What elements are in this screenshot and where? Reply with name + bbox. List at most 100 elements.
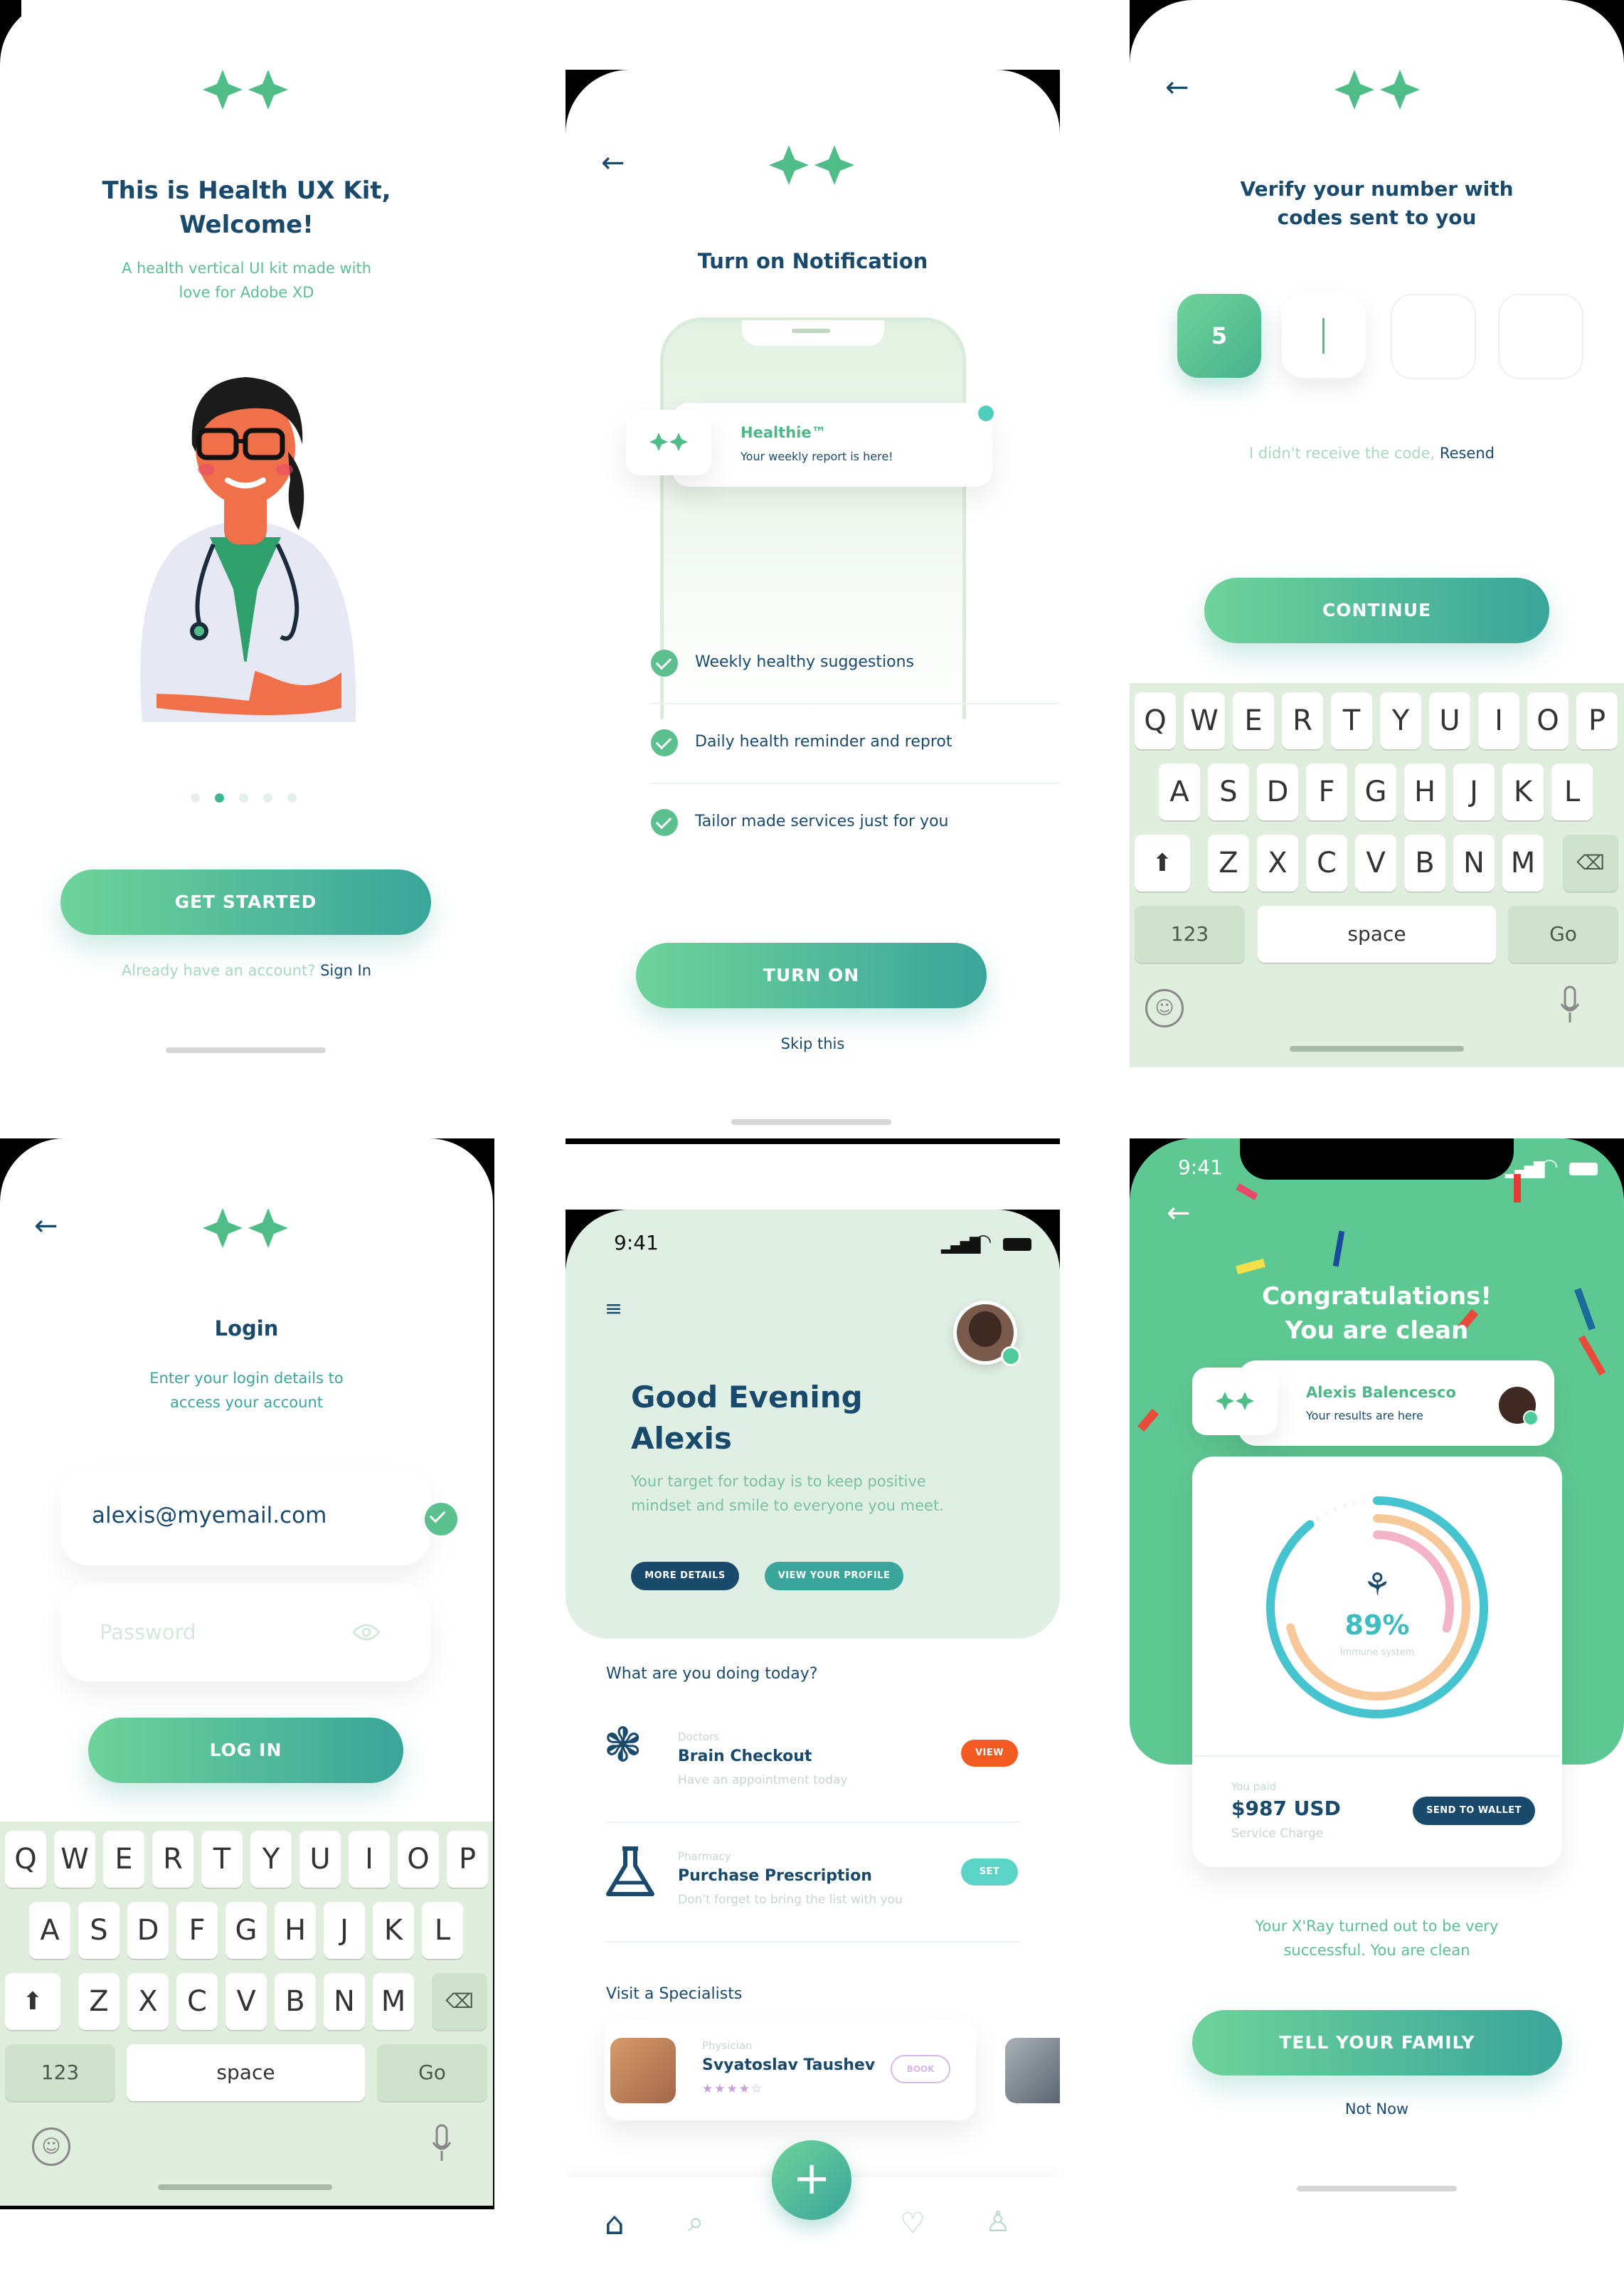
key[interactable]: Q — [5, 1831, 46, 1888]
key[interactable]: M — [1502, 835, 1544, 892]
back-arrow-icon[interactable]: ← — [1165, 71, 1189, 104]
numbers-key[interactable]: 123 — [5, 2044, 115, 2101]
key[interactable]: Q — [1135, 692, 1176, 749]
password-field[interactable]: Password — [60, 1583, 430, 1681]
code-box-filled[interactable]: 5 — [1177, 294, 1261, 378]
search-icon[interactable]: ⌕ — [688, 2206, 704, 2238]
log-in-button[interactable]: LOG IN — [88, 1718, 403, 1783]
key[interactable]: S — [1208, 763, 1249, 820]
continue-button[interactable]: CONTINUE — [1204, 578, 1549, 643]
key[interactable]: C — [1306, 835, 1347, 892]
key[interactable]: R — [152, 1831, 193, 1888]
code-box[interactable] — [1391, 294, 1476, 379]
key[interactable]: K — [373, 1902, 414, 1959]
email-field[interactable]: alexis@myemail.com — [60, 1467, 430, 1565]
emoji-icon[interactable]: ☺ — [32, 2127, 70, 2166]
microphone-icon[interactable] — [432, 2124, 452, 2164]
key[interactable]: Z — [78, 1973, 120, 2030]
shift-key-icon[interactable]: ⬆ — [1135, 835, 1190, 892]
key[interactable]: G — [225, 1902, 267, 1959]
view-task-button[interactable]: VIEW — [961, 1740, 1018, 1767]
key[interactable]: O — [1527, 692, 1569, 749]
key[interactable]: E — [103, 1831, 144, 1888]
key[interactable]: B — [275, 1973, 316, 2030]
view-profile-button[interactable]: VIEW YOUR PROFILE — [765, 1562, 903, 1590]
key[interactable]: U — [1429, 692, 1470, 749]
specialist-photo-next[interactable] — [1005, 2038, 1060, 2103]
sign-in-link[interactable]: Sign In — [320, 962, 371, 979]
menu-icon[interactable]: ≡ — [605, 1296, 622, 1321]
more-details-button[interactable]: MORE DETAILS — [631, 1562, 739, 1590]
key[interactable]: T — [201, 1831, 243, 1888]
book-button[interactable]: BOOK — [891, 2055, 950, 2083]
key[interactable]: O — [398, 1831, 439, 1888]
key[interactable]: U — [299, 1831, 341, 1888]
key[interactable]: N — [324, 1973, 365, 2030]
skip-link[interactable]: Skip this — [566, 1035, 1060, 1052]
page-dot[interactable] — [239, 793, 248, 803]
specialist-card[interactable]: Physician Svyatoslav Taushev ★★★★☆ BOOK — [605, 2019, 976, 2120]
code-box[interactable] — [1498, 294, 1583, 379]
set-task-button[interactable]: SET — [961, 1858, 1018, 1886]
go-key[interactable]: Go — [1508, 906, 1618, 963]
eye-icon[interactable] — [352, 1622, 381, 1643]
key[interactable]: J — [324, 1902, 365, 1959]
profile-icon[interactable]: ♙ — [985, 2206, 1011, 2238]
key[interactable]: D — [1257, 763, 1298, 820]
backspace-key-icon[interactable]: ⌫ — [1563, 835, 1618, 892]
tell-family-button[interactable]: TELL YOUR FAMILY — [1192, 2010, 1562, 2076]
send-to-wallet-button[interactable]: SEND TO WALLET — [1413, 1797, 1535, 1825]
key[interactable]: A — [1159, 763, 1200, 820]
get-started-button[interactable]: GET STARTED — [60, 869, 431, 935]
resend-link[interactable]: Resend — [1440, 445, 1495, 462]
back-arrow-icon[interactable]: ← — [34, 1210, 58, 1242]
key[interactable]: C — [176, 1973, 218, 2030]
key[interactable]: K — [1502, 763, 1544, 820]
key[interactable]: M — [373, 1973, 414, 2030]
go-key[interactable]: Go — [377, 2044, 487, 2101]
space-key[interactable]: space — [127, 2044, 365, 2101]
key[interactable]: I — [1478, 692, 1519, 749]
turn-on-button[interactable]: TURN ON — [636, 943, 987, 1008]
key[interactable]: G — [1355, 763, 1396, 820]
key[interactable]: J — [1453, 763, 1495, 820]
notification-card[interactable] — [672, 403, 992, 487]
key[interactable]: X — [127, 1973, 169, 2030]
emoji-icon[interactable]: ☺ — [1145, 989, 1184, 1027]
key[interactable]: H — [275, 1902, 316, 1959]
key[interactable]: W — [1184, 692, 1225, 749]
key[interactable]: E — [1233, 692, 1274, 749]
key[interactable]: F — [1306, 763, 1347, 820]
page-dot[interactable] — [191, 793, 200, 803]
page-dot[interactable] — [263, 793, 272, 803]
space-key[interactable]: space — [1258, 906, 1496, 963]
heart-icon[interactable]: ♡ — [900, 2207, 925, 2240]
key[interactable]: A — [29, 1902, 70, 1959]
shift-key-icon[interactable]: ⬆ — [5, 1973, 60, 2030]
key[interactable]: D — [127, 1902, 169, 1959]
page-dot-active[interactable] — [215, 793, 224, 803]
key[interactable]: H — [1404, 763, 1445, 820]
key[interactable]: V — [225, 1973, 267, 2030]
key[interactable]: N — [1453, 835, 1495, 892]
not-now-link[interactable]: Not Now — [1130, 2100, 1624, 2117]
key[interactable]: V — [1355, 835, 1396, 892]
key[interactable]: I — [349, 1831, 390, 1888]
key[interactable]: P — [1576, 692, 1618, 749]
home-icon[interactable]: ⌂ — [605, 2206, 625, 2242]
key[interactable]: Y — [250, 1831, 292, 1888]
key[interactable]: W — [54, 1831, 95, 1888]
key[interactable]: F — [176, 1902, 218, 1959]
numbers-key[interactable]: 123 — [1135, 906, 1245, 963]
add-button[interactable]: + — [772, 2140, 851, 2220]
back-arrow-icon[interactable]: ← — [601, 147, 625, 179]
code-box-active[interactable] — [1282, 294, 1366, 378]
key[interactable]: T — [1331, 692, 1372, 749]
microphone-icon[interactable] — [1560, 985, 1580, 1025]
back-arrow-icon[interactable]: ← — [1167, 1197, 1191, 1230]
key[interactable]: L — [1551, 763, 1593, 820]
key[interactable]: X — [1257, 835, 1298, 892]
key[interactable]: L — [422, 1902, 463, 1959]
key[interactable]: S — [78, 1902, 120, 1959]
key[interactable]: R — [1282, 692, 1323, 749]
